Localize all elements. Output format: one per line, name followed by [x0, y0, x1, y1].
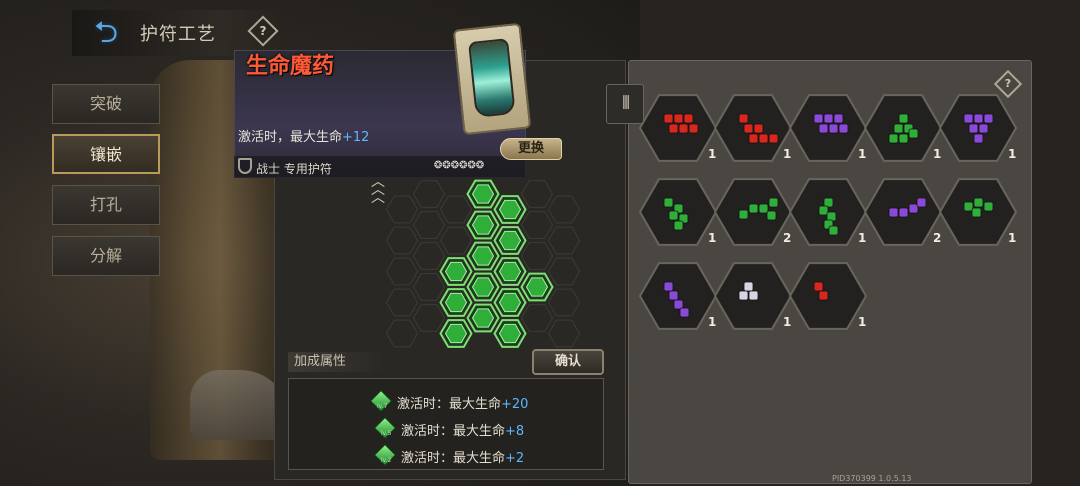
- gem-level: lv.7: [377, 403, 388, 410]
- inventory-panel: [628, 60, 1032, 484]
- bonus-box: lv.7 激活时：最大生命+20 lv.5 激活时：最大生命+8 lv.2 激活…: [288, 378, 604, 470]
- bonus-text: 激活时：最大生命: [397, 397, 502, 412]
- bonus-value: +8: [505, 424, 525, 439]
- nav-inlay[interactable]: 镶嵌: [52, 134, 160, 174]
- potion-icon: [468, 38, 516, 118]
- potion-card[interactable]: [452, 22, 532, 136]
- bonus-row: lv.2 激活时：最大生命+2: [289, 443, 605, 467]
- item-title: 生命魔药: [246, 53, 335, 79]
- back-arrow-icon[interactable]: ⮌: [84, 16, 128, 50]
- bonus-row: lv.7 激活时：最大生命+20: [289, 389, 605, 413]
- gem-level: lv.2: [381, 457, 392, 464]
- item-type: 战士 专用护符: [256, 162, 332, 176]
- shield-icon: [238, 158, 252, 174]
- bonus-value: +20: [501, 397, 529, 412]
- filter-icon[interactable]: ⫴: [606, 84, 644, 124]
- build-id: PID370399 1.0.5.13: [832, 474, 912, 483]
- rank-chevron-icon: ︿ ︿ ︿: [371, 174, 385, 206]
- star-rating: ❂❂❂❂❂❂: [434, 160, 485, 171]
- page-title: 护符工艺: [140, 24, 216, 45]
- gem-level: lv.5: [381, 430, 392, 437]
- nav-decompose[interactable]: 分解: [52, 236, 160, 276]
- change-button[interactable]: 更换: [500, 138, 562, 160]
- item-description: 激活时，最大生命+12: [238, 130, 370, 145]
- bonus-text: 激活时：最大生命: [401, 424, 506, 439]
- bonus-header: 加成属性: [288, 352, 386, 372]
- confirm-button[interactable]: 确认: [532, 349, 604, 375]
- bonus-row: lv.5 激活时：最大生命+8: [289, 416, 605, 440]
- nav-breakthrough[interactable]: 突破: [52, 84, 160, 124]
- bonus-text: 激活时：最大生命: [401, 451, 506, 466]
- nav-punch[interactable]: 打孔: [52, 185, 160, 225]
- bonus-value: +2: [505, 451, 525, 466]
